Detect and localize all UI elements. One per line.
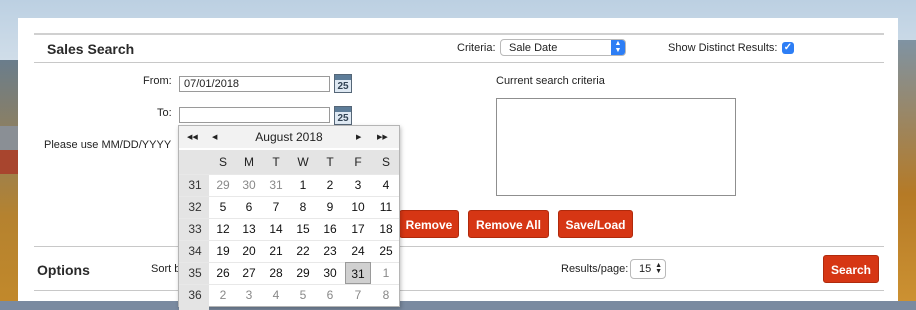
criteria-select[interactable]: Sale Date ▲ ▼ bbox=[500, 39, 626, 56]
calendar-day[interactable]: 8 bbox=[373, 284, 399, 306]
calendar-day[interactable]: 7 bbox=[263, 196, 289, 218]
sales-search-title: Sales Search bbox=[47, 41, 135, 57]
results-per-page-select[interactable]: 15 ▲ ▼ bbox=[630, 259, 666, 279]
to-calendar-icon[interactable]: 25 bbox=[334, 106, 352, 125]
calendar-day[interactable]: 17 bbox=[345, 218, 371, 240]
sort-by-label: Sort b bbox=[151, 263, 181, 275]
from-date-input[interactable]: 07/01/2018 bbox=[179, 76, 330, 92]
criteria-selected-value: Sale Date bbox=[509, 42, 558, 54]
calendar-day[interactable]: 12 bbox=[210, 218, 236, 240]
calendar-day[interactable]: 11 bbox=[373, 196, 399, 218]
to-date-input[interactable] bbox=[179, 107, 330, 123]
remove-button[interactable]: Remove bbox=[399, 210, 459, 238]
calendar-day[interactable]: 5 bbox=[290, 284, 316, 306]
calendar-day[interactable]: 3 bbox=[345, 174, 371, 196]
calendar-day[interactable]: 1 bbox=[373, 262, 399, 284]
show-distinct-checkbox[interactable]: ✓ bbox=[782, 42, 794, 54]
weekday-label: T bbox=[272, 155, 280, 169]
calendar-day[interactable]: 6 bbox=[236, 196, 262, 218]
results-per-page-value: 15 bbox=[639, 263, 652, 275]
current-criteria-label: Current search criteria bbox=[496, 75, 605, 87]
calendar-day[interactable]: 25 bbox=[373, 240, 399, 262]
calendar-day[interactable]: 31 bbox=[345, 262, 371, 284]
date-picker-popup: ◀◀ ◀ August 2018 ▶ ▶▶ S M T W T F S 31 29 30 31 1 2 3… bbox=[178, 125, 400, 310]
options-title: Options bbox=[37, 262, 90, 278]
calendar-day[interactable]: 4 bbox=[373, 174, 399, 196]
week-number: 36 bbox=[188, 288, 202, 302]
calendar-day[interactable]: 18 bbox=[373, 218, 399, 240]
select-arrows-icon: ▲ ▼ bbox=[611, 40, 625, 55]
search-panel bbox=[18, 18, 898, 301]
stepper-arrows-icon: ▲ ▼ bbox=[655, 262, 662, 275]
calendar-day[interactable]: 19 bbox=[210, 240, 236, 262]
date-format-hint: Please use MM/DD/YYYY bbox=[44, 139, 172, 151]
show-distinct-label: Show Distinct Results: bbox=[668, 42, 778, 54]
results-per-page-label: Results/page: bbox=[561, 263, 629, 275]
weekday-label: T bbox=[326, 155, 334, 169]
calendar-day[interactable]: 29 bbox=[290, 262, 316, 284]
weekday-label: F bbox=[354, 155, 362, 169]
calendar-day[interactable]: 20 bbox=[236, 240, 262, 262]
current-criteria-box[interactable] bbox=[496, 98, 736, 196]
criteria-label: Criteria: bbox=[457, 42, 496, 54]
from-calendar-icon[interactable]: 25 bbox=[334, 74, 352, 93]
calendar-day[interactable]: 3 bbox=[236, 284, 262, 306]
calendar-day[interactable]: 29 bbox=[210, 174, 236, 196]
calendar-day[interactable]: 14 bbox=[263, 218, 289, 240]
save-load-button[interactable]: Save/Load bbox=[558, 210, 633, 238]
calendar-month-title: August 2018 bbox=[255, 130, 323, 144]
calendar-day[interactable]: 21 bbox=[263, 240, 289, 262]
next-month-icon[interactable]: ▶ bbox=[356, 133, 361, 141]
calendar-day[interactable]: 22 bbox=[290, 240, 316, 262]
calendar-day[interactable]: 31 bbox=[263, 174, 289, 196]
calendar-day[interactable]: 2 bbox=[317, 174, 343, 196]
calendar-day[interactable]: 30 bbox=[236, 174, 262, 196]
calendar-day[interactable]: 8 bbox=[290, 196, 316, 218]
calendar-day[interactable]: 5 bbox=[210, 196, 236, 218]
calendar-day[interactable]: 6 bbox=[317, 284, 343, 306]
calendar-day[interactable]: 23 bbox=[317, 240, 343, 262]
week-number: 35 bbox=[188, 266, 202, 280]
calendar-day[interactable]: 2 bbox=[210, 284, 236, 306]
calendar-day[interactable]: 10 bbox=[345, 196, 371, 218]
calendar-day[interactable]: 13 bbox=[236, 218, 262, 240]
weekday-label: M bbox=[244, 155, 254, 169]
calendar-day[interactable]: 7 bbox=[345, 284, 371, 306]
calendar-day[interactable]: 16 bbox=[317, 218, 343, 240]
calendar-day[interactable]: 9 bbox=[317, 196, 343, 218]
next-year-icon[interactable]: ▶▶ bbox=[377, 133, 388, 141]
calendar-day[interactable]: 30 bbox=[317, 262, 343, 284]
calendar-day[interactable]: 28 bbox=[263, 262, 289, 284]
weekday-label: S bbox=[218, 155, 227, 169]
calendar-day[interactable]: 24 bbox=[345, 240, 371, 262]
search-button[interactable]: Search bbox=[823, 255, 879, 283]
week-number: 34 bbox=[188, 244, 202, 258]
weekday-label: S bbox=[381, 155, 390, 169]
from-label: From: bbox=[143, 75, 172, 87]
calendar-day[interactable]: 4 bbox=[263, 284, 289, 306]
week-number: 31 bbox=[188, 178, 202, 192]
weekday-label: W bbox=[297, 155, 309, 169]
calendar-day[interactable]: 15 bbox=[290, 218, 316, 240]
week-number: 33 bbox=[188, 222, 202, 236]
calendar-day[interactable]: 1 bbox=[290, 174, 316, 196]
week-number: 32 bbox=[188, 200, 202, 214]
to-label: To: bbox=[157, 107, 172, 119]
calendar-day[interactable]: 27 bbox=[236, 262, 262, 284]
calendar-day[interactable]: 26 bbox=[210, 262, 236, 284]
remove-all-button[interactable]: Remove All bbox=[468, 210, 549, 238]
